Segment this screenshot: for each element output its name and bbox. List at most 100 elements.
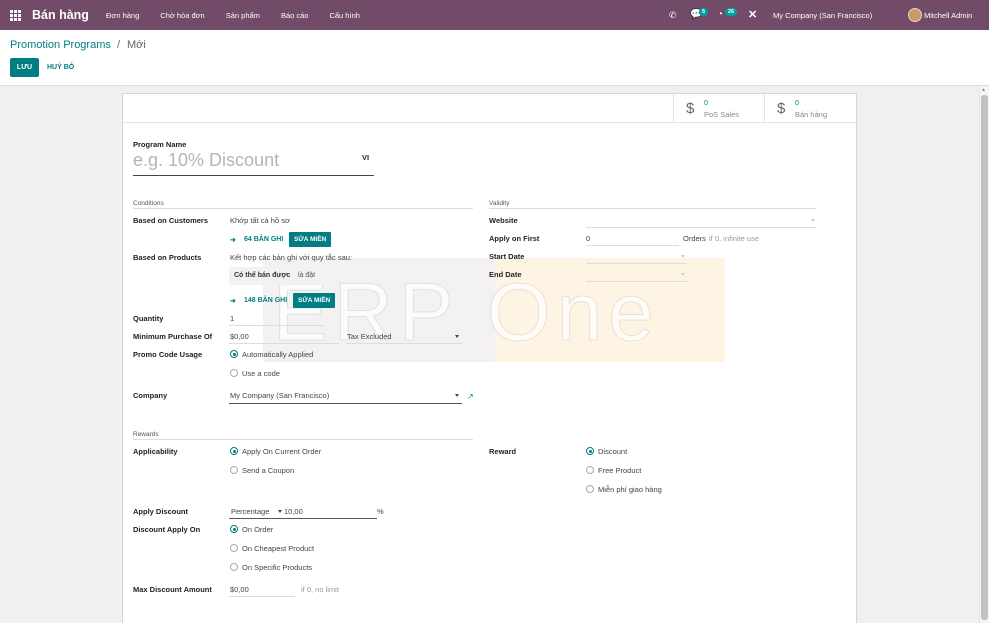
avatar[interactable] <box>908 8 922 22</box>
sales-smart-button[interactable]: $ 0 Bán hàng <box>764 94 856 123</box>
external-link-icon[interactable]: ↗ <box>467 392 474 401</box>
reward-free-shipping-label[interactable]: Miễn phí giao hàng <box>598 485 662 494</box>
website-label: Website <box>489 216 518 225</box>
control-panel: Promotion Programs / Mới LƯU HUỶ BỎ <box>0 30 989 86</box>
customers-records-link[interactable]: 64 BẢN GHI <box>244 236 283 243</box>
based-on-products-label: Based on Products <box>133 253 202 262</box>
apply-on-first-label: Apply on First <box>489 234 540 243</box>
max-discount-hint: if 0, no limit <box>301 585 339 594</box>
reward-discount-radio[interactable] <box>586 447 594 455</box>
on-specific-radio[interactable] <box>230 563 238 571</box>
rule-operator: là đặt <box>298 272 316 279</box>
pos-sales-count: 0 <box>704 100 708 107</box>
on-order-label[interactable]: On Order <box>242 525 273 534</box>
on-cheapest-label[interactable]: On Cheapest Product <box>242 544 314 553</box>
save-button[interactable]: LƯU <box>10 58 39 77</box>
tax-mode-select[interactable]: Tax Excluded <box>347 332 392 341</box>
company-select[interactable]: My Company (San Francisco) <box>230 391 329 400</box>
orders-hint: if 0, infinite use <box>709 234 760 243</box>
send-coupon-radio[interactable] <box>230 466 238 474</box>
discount-unit: % <box>377 507 384 516</box>
rule-field: Có thể bán được <box>234 272 291 279</box>
menu-item-configuration[interactable]: Cấu hình <box>329 11 359 20</box>
domain-rule-chip[interactable]: Có thể bán được là đặt <box>229 267 323 285</box>
promo-code-radio[interactable] <box>230 369 238 377</box>
chevron-down-icon <box>681 255 685 258</box>
reward-discount-label[interactable]: Discount <box>598 447 627 456</box>
max-discount-input[interactable]: $0,00 <box>230 585 249 594</box>
on-order-radio[interactable] <box>230 525 238 533</box>
conditions-title: Conditions <box>133 200 164 207</box>
sales-label: Bán hàng <box>795 110 828 119</box>
dollar-icon: $ <box>686 100 695 117</box>
send-coupon-label[interactable]: Send a Coupon <box>242 466 294 475</box>
end-date-input[interactable] <box>586 281 687 282</box>
menu-item-reporting[interactable]: Báo cáo <box>281 11 309 20</box>
applicability-label: Applicability <box>133 447 178 456</box>
apply-current-order-radio[interactable] <box>230 447 238 455</box>
edit-product-domain-button[interactable]: SỬA MIỀN <box>293 293 336 308</box>
chevron-down-icon <box>455 335 459 338</box>
app-name[interactable]: Bán hàng <box>32 8 89 22</box>
language-button[interactable]: VI <box>362 153 369 162</box>
phone-icon[interactable]: ✆ <box>669 10 677 21</box>
discount-value-input[interactable]: 10,00 <box>284 507 303 516</box>
company-switcher[interactable]: My Company (San Francisco) <box>773 11 872 20</box>
chevron-down-icon <box>455 394 459 397</box>
dollar-icon: $ <box>777 100 786 117</box>
start-date-input[interactable] <box>586 263 687 264</box>
pos-sales-smart-button[interactable]: $ 0 PoS Sales <box>673 94 765 123</box>
breadcrumb-parent[interactable]: Promotion Programs <box>10 39 111 51</box>
user-menu[interactable]: Mitchell Admin <box>924 11 972 20</box>
promo-auto-label[interactable]: Automatically Applied <box>242 350 313 359</box>
discount-apply-on-label: Discount Apply On <box>133 525 201 534</box>
rewards-title: Rewards <box>133 431 159 438</box>
quantity-input[interactable]: 1 <box>230 314 234 323</box>
reward-label: Reward <box>489 447 517 456</box>
promo-code-label[interactable]: Use a code <box>242 369 280 378</box>
minimum-purchase-label: Minimum Purchase Of <box>133 332 213 341</box>
reward-free-shipping-radio[interactable] <box>586 485 594 493</box>
end-date-label: End Date <box>489 270 522 279</box>
chevron-down-icon <box>811 219 815 222</box>
activity-badge: 26 <box>725 8 738 16</box>
quantity-label: Quantity <box>133 314 164 323</box>
apply-discount-label: Apply Discount <box>133 507 189 516</box>
program-name-input[interactable]: e.g. 10% Discount <box>133 150 374 176</box>
based-on-products-value: Kết hợp các bản ghi với quy tắc sau: <box>230 253 352 262</box>
on-specific-label[interactable]: On Specific Products <box>242 563 312 572</box>
close-icon[interactable]: ✕ <box>748 8 757 21</box>
pos-sales-label: PoS Sales <box>704 110 740 119</box>
promo-auto-radio[interactable] <box>230 350 238 358</box>
menu-item-orders[interactable]: Đơn hàng <box>106 11 139 20</box>
sales-count: 0 <box>795 100 799 107</box>
company-label: Company <box>133 391 168 400</box>
scroll-up-icon[interactable]: ▲ <box>981 87 986 93</box>
on-cheapest-radio[interactable] <box>230 544 238 552</box>
top-navbar: Bán hàng Đơn hàng Chờ hóa đơn Sản phẩm B… <box>0 0 989 30</box>
arrow-right-icon: ➜ <box>230 237 236 244</box>
menu-item-to-invoice[interactable]: Chờ hóa đơn <box>160 11 204 20</box>
reward-free-product-radio[interactable] <box>586 466 594 474</box>
chat-badge: 5 <box>699 8 709 16</box>
apply-current-order-label[interactable]: Apply On Current Order <box>242 447 321 456</box>
based-on-customers-value: Khớp tất cả hồ sơ <box>230 216 290 225</box>
menu-item-products[interactable]: Sản phẩm <box>226 11 260 20</box>
apps-grid-icon[interactable] <box>10 10 21 21</box>
apply-on-first-input[interactable]: 0 <box>586 234 590 243</box>
scrollbar-thumb[interactable] <box>981 95 988 620</box>
minimum-purchase-input[interactable]: $0,00 <box>230 332 249 341</box>
breadcrumb-current: Mới <box>127 39 146 51</box>
based-on-customers-label: Based on Customers <box>133 216 209 225</box>
start-date-label: Start Date <box>489 252 525 261</box>
chevron-down-icon <box>278 510 282 513</box>
discard-button[interactable]: HUỶ BỎ <box>47 58 74 77</box>
edit-customer-domain-button[interactable]: SỬA MIỀN <box>289 232 332 247</box>
orders-label: Orders <box>683 234 706 243</box>
activity-clock-icon[interactable]: ◔ <box>717 9 723 20</box>
chevron-down-icon <box>681 273 685 276</box>
products-records-link[interactable]: 148 BẢN GHI <box>244 297 287 304</box>
discount-type-select[interactable]: Percentage <box>231 507 269 516</box>
validity-title: Validity <box>489 200 510 207</box>
reward-free-product-label[interactable]: Free Product <box>598 466 641 475</box>
